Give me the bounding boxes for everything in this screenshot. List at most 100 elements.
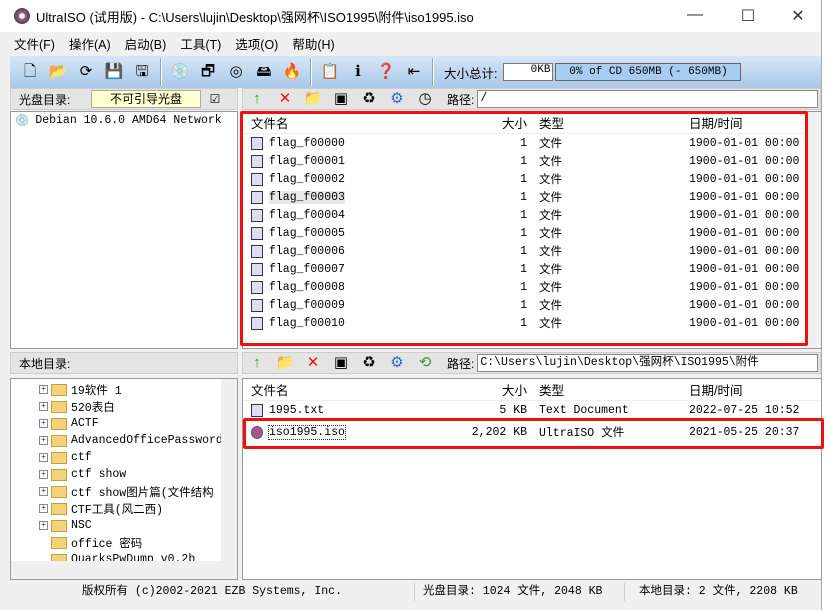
disc-header: 光盘目录: 不可引导光盘 ☑ bbox=[10, 88, 238, 110]
tree-folder[interactable]: + AdvancedOfficePasswordR bbox=[39, 432, 237, 449]
save-as-icon[interactable]: 🖫 bbox=[131, 62, 153, 82]
compress-icon[interactable]: 🗗 bbox=[197, 62, 219, 82]
close-button[interactable]: ✕ bbox=[783, 6, 813, 26]
refresh-icon[interactable]: ♻ bbox=[358, 353, 380, 373]
tree-folder[interactable]: + ctf show图片篇(文件结构 bbox=[39, 483, 237, 500]
expand-icon[interactable]: + bbox=[39, 453, 48, 462]
cd-capacity-bar[interactable]: 0% of CD 650MB (- 650MB) bbox=[555, 63, 742, 81]
refresh-icon[interactable]: ♻ bbox=[358, 89, 380, 109]
burn-icon[interactable]: 🖴 bbox=[253, 62, 275, 82]
expand-icon[interactable]: + bbox=[39, 385, 48, 394]
view-icon[interactable]: ◷ bbox=[414, 89, 436, 109]
ultraiso-window: UltraISO (试用版) - C:\Users\lujin\Desktop\… bbox=[0, 0, 824, 610]
local-columns: 文件名 大小 类型 日期/时间 bbox=[243, 379, 821, 401]
folder-icon bbox=[51, 451, 67, 464]
folder-name: 19软件 1 bbox=[71, 384, 122, 398]
menu-bootable[interactable]: 启动(B) bbox=[125, 34, 167, 53]
boot-status[interactable]: 不可引导光盘 bbox=[91, 90, 201, 108]
tree-folder[interactable]: + CTF工具(风二西) bbox=[39, 500, 237, 517]
up-icon[interactable]: ↑ bbox=[246, 353, 268, 373]
folder-name: ctf show图片篇(文件结构 bbox=[71, 486, 214, 500]
extract-icon[interactable]: ⟳ bbox=[75, 62, 97, 82]
up-icon[interactable]: ↑ bbox=[246, 89, 268, 109]
tree-folder[interactable]: office 密码 bbox=[39, 534, 237, 551]
folder-icon bbox=[51, 434, 67, 447]
file-row[interactable]: 1995.txt 5 KB Text Document 2022-07-25 10:5… bbox=[243, 401, 821, 419]
delete-icon[interactable]: ✕ bbox=[302, 353, 324, 373]
local-tree-vscrollbar[interactable] bbox=[221, 379, 237, 561]
menu-actions[interactable]: 操作(A) bbox=[69, 34, 111, 53]
save-icon[interactable]: 💾 bbox=[103, 62, 125, 82]
tree-folder[interactable]: + ACTF bbox=[39, 415, 237, 432]
local-tree: +19软件 1 +520表白 + ACTF + AdvancedOfficePasswor… bbox=[10, 378, 238, 580]
expand-icon[interactable]: + bbox=[39, 521, 48, 530]
info-icon[interactable]: ℹ bbox=[347, 62, 369, 82]
col-date[interactable]: 日期/时间 bbox=[681, 380, 801, 399]
status-copyright: 版权所有 (c)2002-2021 EZB Systems, Inc. bbox=[10, 583, 415, 601]
folder-icon bbox=[51, 383, 67, 396]
rename-icon[interactable]: ▣ bbox=[330, 353, 352, 373]
expand-icon[interactable]: + bbox=[39, 470, 48, 479]
folder-name: 520表白 bbox=[71, 401, 115, 415]
local-path-field[interactable]: C:\Users\lujin\Desktop\强网杯\ISO1995\附件 bbox=[477, 354, 818, 372]
expand-icon[interactable]: + bbox=[39, 419, 48, 428]
tree-folder[interactable]: +19软件 1 bbox=[39, 381, 237, 398]
expand-icon[interactable]: + bbox=[39, 504, 48, 513]
disc-path-field[interactable]: / bbox=[477, 90, 818, 108]
status-local: 本地目录: 2 文件, 2208 KB bbox=[639, 585, 798, 598]
settings-icon[interactable]: ⚙ bbox=[386, 353, 408, 373]
settings-icon[interactable]: ⚙ bbox=[386, 89, 408, 109]
minimize-button[interactable]: — bbox=[680, 6, 710, 24]
make-cd-image-icon[interactable]: 💿 bbox=[169, 62, 191, 82]
new-folder-icon[interactable]: 📁 bbox=[274, 353, 296, 373]
properties-icon[interactable]: 📋 bbox=[319, 62, 341, 82]
folder-icon bbox=[51, 468, 67, 481]
expand-icon[interactable]: + bbox=[39, 436, 48, 445]
size-total-value: 0KB bbox=[503, 63, 554, 81]
sync-icon[interactable]: ⟲ bbox=[414, 353, 436, 373]
maximize-button[interactable]: ☐ bbox=[733, 6, 763, 26]
new-icon[interactable]: 🗋 bbox=[19, 62, 41, 82]
mount-icon[interactable]: ◎ bbox=[225, 62, 247, 82]
separator bbox=[160, 58, 162, 86]
tree-folder[interactable]: +520表白 bbox=[39, 398, 237, 415]
folder-icon bbox=[51, 502, 67, 515]
folder-name: ACTF bbox=[71, 417, 99, 430]
folder-name: ctf show bbox=[71, 468, 127, 481]
disc-tree: 💿 Debian 10.6.0 AMD64 Network bbox=[10, 111, 238, 349]
boot-properties-icon[interactable]: ☑ bbox=[204, 89, 226, 109]
folder-name: ctf bbox=[71, 451, 92, 464]
delete-icon[interactable]: ✕ bbox=[274, 89, 296, 109]
tree-folder[interactable]: + NSC bbox=[39, 517, 237, 534]
cd-icon: 💿 bbox=[15, 115, 30, 128]
window-title: UltraISO (试用版) - C:\Users\lujin\Desktop\… bbox=[36, 9, 474, 25]
expand-icon[interactable]: + bbox=[39, 487, 48, 496]
virtual-drive-icon[interactable]: 🔥 bbox=[281, 62, 303, 82]
local-file-list: 文件名 大小 类型 日期/时间 1995.txt 5 KB Text Documen… bbox=[242, 378, 822, 580]
col-name[interactable]: 文件名 bbox=[243, 380, 455, 399]
rename-icon[interactable]: ▣ bbox=[330, 89, 352, 109]
file-icon bbox=[251, 403, 263, 417]
expand-icon[interactable]: + bbox=[39, 402, 48, 411]
new-folder-icon[interactable]: 📁 bbox=[302, 89, 324, 109]
menu-help[interactable]: 帮助(H) bbox=[292, 34, 334, 53]
col-size[interactable]: 大小 bbox=[455, 380, 535, 399]
file-name: 1995.txt bbox=[269, 403, 325, 417]
tree-label: Debian 10.6.0 AMD64 Network bbox=[35, 114, 222, 127]
help-icon[interactable]: ❓ bbox=[375, 62, 397, 82]
menu-options[interactable]: 选项(O) bbox=[235, 34, 278, 53]
menu-file[interactable]: 文件(F) bbox=[14, 34, 55, 53]
disc-path-label: 路径: bbox=[447, 92, 475, 107]
menu-tools[interactable]: 工具(T) bbox=[180, 34, 221, 53]
disc-tree-root[interactable]: 💿 Debian 10.6.0 AMD64 Network bbox=[11, 112, 237, 129]
tree-folder[interactable]: + ctf bbox=[39, 449, 237, 466]
local-dir-label: 本地目录: bbox=[19, 356, 71, 371]
disc-path-bar: ↑ ✕ 📁 ▣ ♻ ⚙ ◷ 路径: / bbox=[242, 88, 821, 110]
tree-folder[interactable]: + ctf show bbox=[39, 466, 237, 483]
file-type: Text Document bbox=[539, 403, 629, 417]
exit-icon[interactable]: ⇤ bbox=[403, 62, 425, 82]
open-icon[interactable]: 📂 bbox=[47, 62, 69, 82]
col-type[interactable]: 类型 bbox=[535, 380, 681, 399]
local-tree-hscrollbar[interactable] bbox=[11, 561, 237, 579]
size-total-label: 大小总计: bbox=[444, 66, 498, 81]
